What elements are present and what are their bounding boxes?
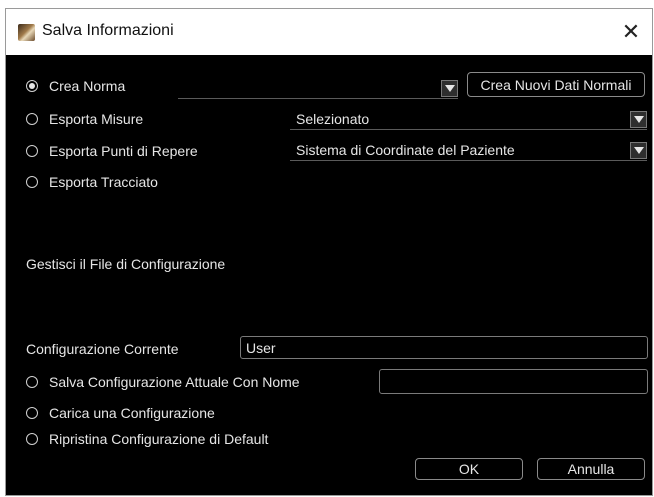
current-config-label: Configurazione Corrente: [26, 341, 179, 357]
radio-esporta-punti[interactable]: [26, 145, 38, 157]
option-esporta-tracciato-label: Esporta Tracciato: [49, 174, 158, 190]
crea-norma-combo[interactable]: [178, 79, 458, 99]
option-carica-config-label: Carica una Configurazione: [49, 405, 215, 421]
option-esporta-punti-label: Esporta Punti di Repere: [49, 143, 198, 159]
crea-nuovi-dati-button[interactable]: Crea Nuovi Dati Normali: [467, 72, 645, 97]
esporta-misure-combo[interactable]: Selezionato: [290, 110, 647, 130]
option-salva-config-label: Salva Configurazione Attuale Con Nome: [49, 374, 300, 390]
option-crea-norma[interactable]: Crea Norma: [26, 78, 125, 94]
close-button[interactable]: ✕: [616, 17, 646, 47]
option-salva-config[interactable]: Salva Configurazione Attuale Con Nome: [26, 374, 300, 390]
chevron-down-icon[interactable]: [630, 142, 647, 159]
radio-salva-config[interactable]: [26, 376, 38, 388]
radio-ripristina-config[interactable]: [26, 433, 38, 445]
radio-esporta-misure[interactable]: [26, 113, 38, 125]
option-esporta-tracciato[interactable]: Esporta Tracciato: [26, 174, 158, 190]
dialog-window: Salva Informazioni ✕ Crea Norma Crea Nuo…: [5, 8, 653, 496]
radio-esporta-tracciato[interactable]: [26, 176, 38, 188]
current-config-field[interactable]: User: [240, 336, 648, 359]
option-crea-norma-label: Crea Norma: [49, 78, 126, 94]
option-ripristina-config-label: Ripristina Configurazione di Default: [49, 431, 269, 447]
radio-carica-config[interactable]: [26, 407, 38, 419]
window-title: Salva Informazioni: [42, 22, 174, 39]
option-esporta-misure[interactable]: Esporta Misure: [26, 111, 143, 127]
title-bar: Salva Informazioni ✕: [6, 9, 652, 55]
chevron-down-icon[interactable]: [630, 111, 647, 128]
esporta-misure-combo-value: Selezionato: [296, 111, 370, 127]
esporta-punti-combo[interactable]: Sistema di Coordinate del Paziente: [290, 141, 647, 161]
close-icon: ✕: [621, 19, 641, 45]
option-esporta-misure-label: Esporta Misure: [49, 111, 144, 127]
save-config-name-field[interactable]: [379, 369, 648, 394]
radio-crea-norma[interactable]: [26, 80, 38, 92]
config-section-title: Gestisci il File di Configurazione: [26, 256, 226, 272]
dialog-content: Crea Norma Crea Nuovi Dati Normali Espor…: [6, 55, 652, 495]
esporta-punti-combo-value: Sistema di Coordinate del Paziente: [296, 142, 515, 158]
option-esporta-punti[interactable]: Esporta Punti di Repere: [26, 143, 198, 159]
chevron-down-icon[interactable]: [441, 80, 458, 97]
app-icon: [18, 24, 35, 41]
option-ripristina-config[interactable]: Ripristina Configurazione di Default: [26, 431, 268, 447]
cancel-button[interactable]: Annulla: [537, 458, 645, 480]
option-carica-config[interactable]: Carica una Configurazione: [26, 405, 215, 421]
ok-button[interactable]: OK: [415, 458, 523, 480]
